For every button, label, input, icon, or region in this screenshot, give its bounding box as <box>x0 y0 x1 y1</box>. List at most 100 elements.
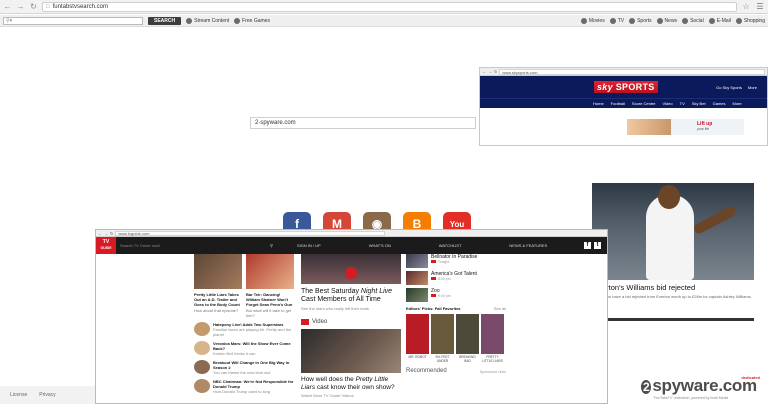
sky-url-field[interactable]: www.skysports.com <box>499 68 765 75</box>
video-title[interactable]: How well does the Pretty Little Liars ca… <box>301 376 401 391</box>
sign-in-link[interactable]: SIGN IN / UP <box>297 243 321 248</box>
toolbar-link-news[interactable]: News <box>656 17 677 24</box>
toolbar-link-label: TV <box>617 17 625 24</box>
pick-labels: MR. ROBOT SIX FEET UNDER BREAKING BAD PR… <box>406 354 506 363</box>
reload-icon[interactable]: ↻ <box>494 69 497 74</box>
forward-icon[interactable]: → <box>104 231 108 236</box>
sky-nav-item[interactable]: Video <box>662 101 672 106</box>
video-sub[interactable]: Watch More TV Guide Videos <box>301 393 401 398</box>
nav-watchlist[interactable]: WATCHLIST <box>439 243 462 248</box>
news-headline: erton's Williams bid rejected <box>602 283 696 292</box>
tvguide-url-field[interactable]: www.tvguide.com <box>115 230 386 236</box>
watchlist-icon[interactable] <box>431 260 436 263</box>
back-icon[interactable]: ← <box>3 2 12 11</box>
news-caption[interactable]: erton's Williams bid rejected erton have… <box>592 280 754 304</box>
pick-poster[interactable] <box>456 314 479 354</box>
reload-icon[interactable]: ↻ <box>29 2 38 11</box>
story-item[interactable]: Hatepony Live! Adds Two Superstars Famili… <box>194 322 294 337</box>
tvguide-logo[interactable]: TV GUIDE <box>96 237 116 254</box>
article-thumbnail[interactable] <box>194 254 242 289</box>
pick-poster[interactable] <box>481 314 504 354</box>
story-avatar <box>194 341 210 355</box>
toolbar-link-email[interactable]: E-Mail <box>708 17 731 24</box>
sky-go-link[interactable]: Go Sky Sports <box>716 85 742 90</box>
privacy-link[interactable]: Privacy <box>39 392 55 398</box>
tvguide-browser-chrome: ← → ↻ www.tvguide.com <box>96 230 607 237</box>
facebook-icon[interactable]: f <box>584 242 591 249</box>
listing-item[interactable]: Bellnator In Paradise Tonight <box>406 254 506 268</box>
back-icon[interactable]: ← <box>98 231 102 236</box>
forward-icon[interactable]: → <box>16 2 25 11</box>
search-icon[interactable]: ⚲ <box>270 243 273 248</box>
pick-label: BREAKING BAD <box>459 355 476 363</box>
bookmark-star-icon[interactable]: ☆ <box>741 2 751 11</box>
sky-nav-item[interactable]: More <box>732 101 741 106</box>
pick-poster[interactable] <box>406 314 429 354</box>
toolbar-search-button[interactable]: SEARCH <box>148 16 182 25</box>
news-photo[interactable] <box>592 183 754 280</box>
pick-label: PRETTY LITTLE LIARS <box>482 355 503 363</box>
listing-item[interactable]: Zoo 9:00 pm <box>406 288 506 302</box>
back-icon[interactable]: ← <box>482 69 486 74</box>
toolbar-link-movies[interactable]: Movies <box>580 17 605 24</box>
sky-nav-item[interactable]: Games <box>713 101 726 106</box>
story-item[interactable]: Breakout Will Change in One Big Way in S… <box>194 360 294 375</box>
toolbar-link-social[interactable]: Social <box>682 17 704 24</box>
twitter-icon[interactable]: t <box>594 242 601 249</box>
sky-nav-item[interactable]: Score Centre <box>632 101 656 106</box>
sky-nav-item[interactable]: Home <box>593 101 604 106</box>
nav-whats-on[interactable]: WHAT'S ON <box>369 243 391 248</box>
watermark-name: spyware <box>652 376 719 395</box>
soccer-ball-icon <box>629 17 636 24</box>
watermark-two: 2 <box>641 380 652 394</box>
toolbar-link-sports[interactable]: Sports <box>629 17 652 24</box>
news-divider <box>592 318 754 321</box>
video-thumbnail[interactable] <box>301 329 401 373</box>
camera-icon <box>345 267 357 279</box>
sky-ad-banner[interactable]: Lift up your life <box>627 119 744 135</box>
sky-sports-logo[interactable]: sky SPORTS <box>594 81 658 93</box>
license-link[interactable]: License <box>10 392 27 398</box>
main-search-input[interactable]: 2-spyware.com <box>250 117 476 129</box>
story-title: Veronica Mars: Will the Show Ever Come B… <box>213 341 291 351</box>
forward-icon[interactable]: → <box>488 69 492 74</box>
url-field[interactable]: □ funtabstvsearch.com <box>42 1 737 12</box>
tvguide-window: ← → ↻ www.tvguide.com TV GUIDE Search TV… <box>95 229 608 404</box>
toolbar-link-label: Social <box>690 17 704 24</box>
reload-icon[interactable]: ↻ <box>110 231 113 236</box>
watermark: 2 spyware.com dedicated "FunTabsTV" exten… <box>641 375 768 404</box>
story-title: Breakout Will Change in One Big Way in S… <box>213 360 290 370</box>
watchlist-icon[interactable] <box>431 294 436 297</box>
listing-time: 9:00 pm <box>438 294 451 298</box>
listing-item[interactable]: America's Got Talent 8:00 pm <box>406 271 506 285</box>
hero-title[interactable]: The Best Saturday Night Live Cast Member… <box>301 288 401 304</box>
see-all-link[interactable]: See all <box>494 306 506 311</box>
article-caption[interactable]: Pretty Little Liars Takes Out an A.D. Tr… <box>194 292 242 318</box>
sky-nav-item[interactable]: Sky Bet <box>692 101 706 106</box>
toolbar-link-label: Stream Content <box>194 17 230 24</box>
toolbar-search-input[interactable]: ⚲▾ <box>3 16 143 25</box>
article-thumbnail[interactable] <box>246 254 294 289</box>
mail-icon <box>708 17 715 24</box>
editors-picks-header: Editors' Picks: Fall Favorites See all <box>406 306 506 311</box>
sky-nav-item[interactable]: TV <box>680 101 685 106</box>
sky-nav-item[interactable]: Football <box>611 101 625 106</box>
story-title: NBC Chairman: We're Not Responsible for … <box>213 379 294 389</box>
globe-icon <box>186 17 193 24</box>
hero-image[interactable] <box>301 254 401 284</box>
toolbar-link-free-games[interactable]: Free Games <box>234 17 270 24</box>
story-item[interactable]: Veronica Mars: Will the Show Ever Come B… <box>194 341 294 356</box>
menu-icon[interactable]: ☰ <box>755 2 765 11</box>
recommended-header: Recommended Sponsored Links <box>406 368 506 374</box>
story-item[interactable]: NBC Chairman: We're Not Responsible for … <box>194 379 294 394</box>
pick-poster[interactable] <box>431 314 454 354</box>
toolbar-link-shopping[interactable]: Shopping <box>735 17 765 24</box>
watchlist-icon[interactable] <box>431 277 436 280</box>
video-label: Video <box>312 319 328 325</box>
tvguide-search-input[interactable]: Search TV Guide now! <box>120 243 230 248</box>
toolbar-link-stream-content[interactable]: Stream Content <box>186 17 230 24</box>
sky-more-link[interactable]: More <box>748 85 757 90</box>
nav-news-features[interactable]: NEWS & FEATURES <box>509 243 547 248</box>
toolbar-link-tv[interactable]: TV <box>609 17 625 24</box>
article-caption[interactable]: Bar Teir: Dancing! William Shatner Won't… <box>246 292 294 318</box>
